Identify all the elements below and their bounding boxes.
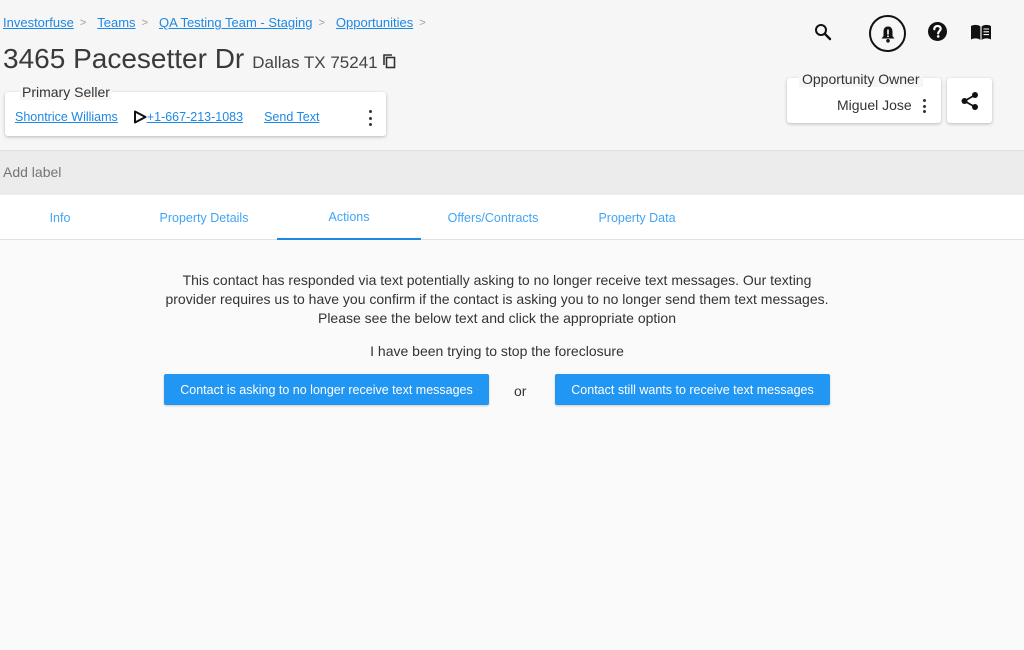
actions-panel: This contact has responded via text pote… <box>0 240 1024 650</box>
breadcrumb-link-investorfuse[interactable]: Investorfuse <box>3 15 74 30</box>
chevron-right-icon: > <box>79 16 87 29</box>
chevron-right-icon: > <box>318 16 325 29</box>
seller-more-menu-icon[interactable] <box>366 110 374 126</box>
tab-bar: Info Property Details Actions Offers/Con… <box>0 195 1024 240</box>
quoted-contact-text: I have been trying to stop the foreclosu… <box>370 343 624 359</box>
call-play-icon[interactable] <box>133 110 147 124</box>
tab-property-data[interactable]: Property Data <box>565 195 709 240</box>
property-address: 3465 Pacesetter Dr <box>3 43 245 74</box>
or-label: or <box>514 383 527 399</box>
breadcrumb-link-team[interactable]: QA Testing Team - Staging <box>159 15 312 30</box>
share-icon <box>961 91 978 110</box>
opt-out-message-line: Please see the below text and click the … <box>317 310 676 326</box>
opportunity-owner-card: Opportunity Owner Miguel Jose <box>787 71 941 123</box>
add-label-input[interactable] <box>3 164 303 180</box>
seller-phone-link[interactable]: +1-667-213-1083 <box>147 110 243 124</box>
property-city-state-zip: Dallas TX 75241 <box>252 53 378 72</box>
chevron-right-icon: > <box>141 16 148 29</box>
still-receive-button[interactable]: Contact still wants to receive text mess… <box>555 374 830 405</box>
opportunity-owner-name: Miguel Jose <box>837 97 912 113</box>
send-text-link[interactable]: Send Text <box>264 110 319 124</box>
breadcrumb-link-opportunities[interactable]: Opportunities <box>336 15 413 30</box>
breadcrumb: Investorfuse > Teams > QA Testing Team -… <box>3 15 437 30</box>
opportunity-owner-legend: Opportunity Owner <box>799 71 923 87</box>
page-title: 3465 Pacesetter Dr Dallas TX 75241 <box>3 43 396 75</box>
copy-icon[interactable] <box>382 54 396 69</box>
opt-out-message: This contact has responded via text pote… <box>0 271 994 328</box>
no-longer-receive-button[interactable]: Contact is asking to no longer receive t… <box>164 374 489 405</box>
tab-offers-contracts[interactable]: Offers/Contracts <box>421 195 565 240</box>
bell-icon[interactable] <box>869 15 906 52</box>
primary-seller-row: Shontrice Williams +1-667-213-1083 Send … <box>15 110 319 124</box>
tab-info[interactable]: Info <box>0 195 132 240</box>
chevron-right-icon: > <box>419 16 426 29</box>
owner-more-menu-icon[interactable] <box>920 99 928 113</box>
tab-property-details[interactable]: Property Details <box>132 195 276 240</box>
breadcrumb-link-teams[interactable]: Teams <box>97 15 135 30</box>
help-icon[interactable] <box>927 21 948 42</box>
tab-actions[interactable]: Actions <box>277 195 421 240</box>
primary-seller-card: Primary Seller Shontrice Williams +1-667… <box>5 84 386 136</box>
search-icon[interactable] <box>809 18 837 46</box>
share-button[interactable] <box>947 78 992 123</box>
label-bar <box>0 150 1024 195</box>
opt-out-message-line: provider requires us to have you confirm… <box>165 291 829 307</box>
book-icon[interactable] <box>969 23 993 41</box>
opt-out-message-line: This contact has responded via text pote… <box>182 272 812 288</box>
primary-seller-legend: Primary Seller <box>20 84 112 100</box>
seller-name-link[interactable]: Shontrice Williams <box>15 110 118 124</box>
